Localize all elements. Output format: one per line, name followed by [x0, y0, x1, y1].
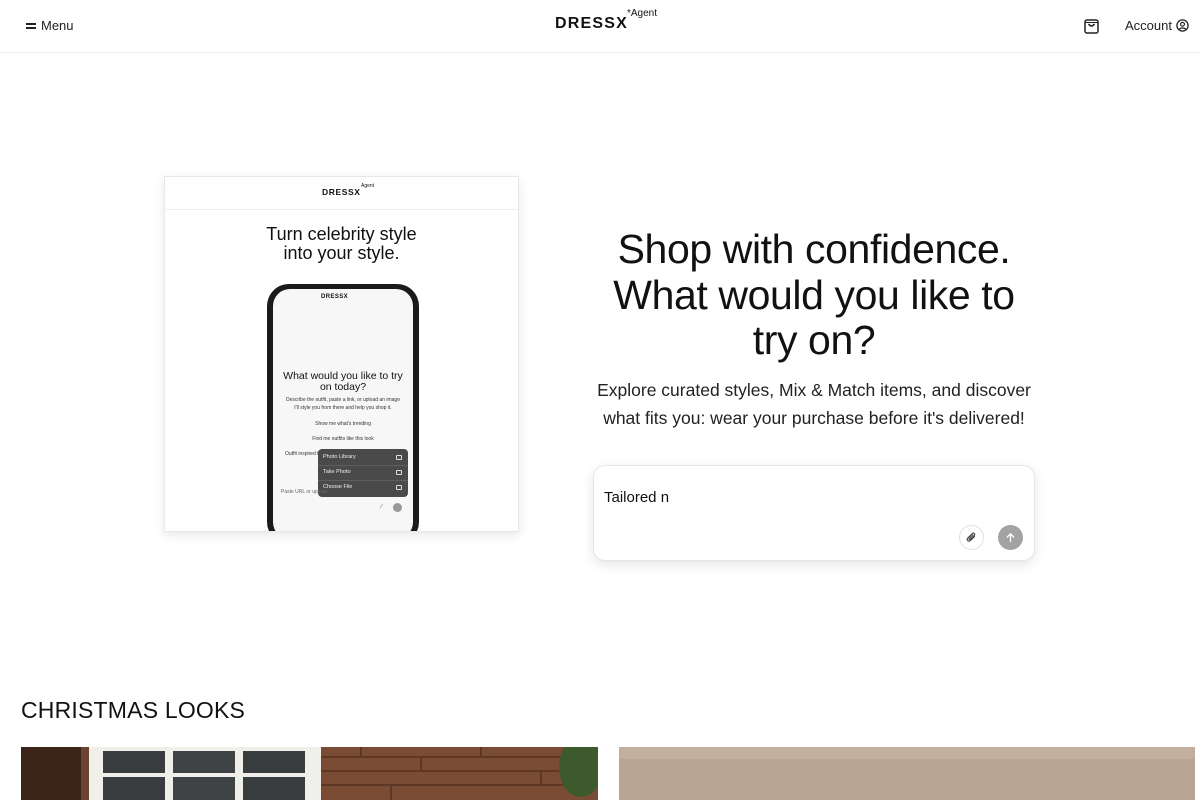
hero-subtitle-line2: what fits you: wear your purchase before…	[603, 408, 1025, 428]
chat-input[interactable]	[604, 486, 1024, 508]
look-image	[619, 747, 1195, 800]
paperclip-icon	[966, 532, 976, 542]
promo-card: DRESSX Agent Turn celebrity style into y…	[164, 176, 519, 532]
phone-send-icon	[393, 503, 402, 512]
hero-subtitle-line1: Explore curated styles, Mix & Match item…	[597, 380, 1031, 400]
phone-menu-item: Take Photo	[323, 469, 351, 475]
phone-logo: DRESSX	[321, 294, 349, 300]
send-button[interactable]	[998, 525, 1023, 550]
brand-logo[interactable]: DRESSX	[555, 15, 628, 33]
paperclip-icon: ∕	[381, 504, 383, 510]
phone-title-line2: on today?	[319, 381, 367, 393]
photo-icon	[396, 455, 402, 460]
divider	[318, 465, 408, 466]
promo-headline-line2: into your style.	[283, 243, 400, 263]
account-label: Account	[1125, 18, 1172, 33]
user-circle-icon	[1176, 19, 1189, 32]
phone-chip-1: Show me what's trending	[315, 421, 371, 427]
phone-description: Describe the outfit, paste a link, or up…	[277, 396, 409, 412]
phone-upload-menu: Photo Library Take Photo Choose File	[318, 449, 408, 497]
folder-icon	[396, 485, 402, 490]
arrow-up-icon	[1006, 533, 1015, 543]
phone-menu-item: Choose File	[323, 484, 353, 490]
brand-logo-agent: *Agent	[627, 8, 658, 19]
look-image	[21, 747, 598, 800]
camera-icon	[396, 470, 402, 475]
hero-subtitle: Explore curated styles, Mix & Match item…	[570, 376, 1058, 432]
phone-desc-line1: Describe the outfit, paste a link, or up…	[286, 397, 400, 403]
menu-button[interactable]: Menu	[26, 18, 74, 33]
phone-screen: DRESSX What would you like to try on tod…	[273, 289, 413, 531]
phone-mockup: DRESSX What would you like to try on tod…	[267, 284, 419, 531]
menu-label: Menu	[41, 18, 74, 33]
account-button[interactable]: Account	[1125, 18, 1189, 33]
phone-desc-line2: I'll style you from there and help you s…	[294, 405, 392, 411]
phone-chip-2: Find me outfits like this look	[312, 436, 374, 442]
hero-title-line1: Shop with confidence.	[617, 226, 1011, 272]
cart-button[interactable]	[1083, 17, 1100, 35]
look-card[interactable]	[619, 747, 1195, 800]
attach-button[interactable]	[959, 525, 984, 550]
look-card[interactable]	[21, 747, 598, 800]
chat-input-box	[593, 465, 1035, 561]
hamburger-icon	[26, 22, 36, 29]
promo-topbar: DRESSX Agent	[165, 177, 518, 210]
promo-logo-agent: Agent	[361, 183, 375, 189]
phone-title: What would you like to try on today?	[279, 371, 407, 393]
divider	[318, 480, 408, 481]
phone-menu-item: Photo Library	[323, 454, 356, 460]
section-title: CHRISTMAS LOOKS	[21, 697, 246, 723]
promo-headline: Turn celebrity style into your style.	[165, 225, 518, 263]
shopping-bag-icon	[1084, 19, 1099, 34]
promo-logo: DRESSX	[322, 187, 361, 197]
promo-headline-line1: Turn celebrity style	[266, 224, 417, 244]
phone-input-placeholder: Paste URL or upload	[281, 489, 328, 495]
hero-title: Shop with confidence. What would you lik…	[570, 226, 1058, 364]
hero-title-line2: What would you like to	[613, 271, 1015, 318]
hero-title-line3: try on?	[752, 317, 876, 363]
site-header: Menu DRESSX *Agent Account	[0, 0, 1200, 53]
